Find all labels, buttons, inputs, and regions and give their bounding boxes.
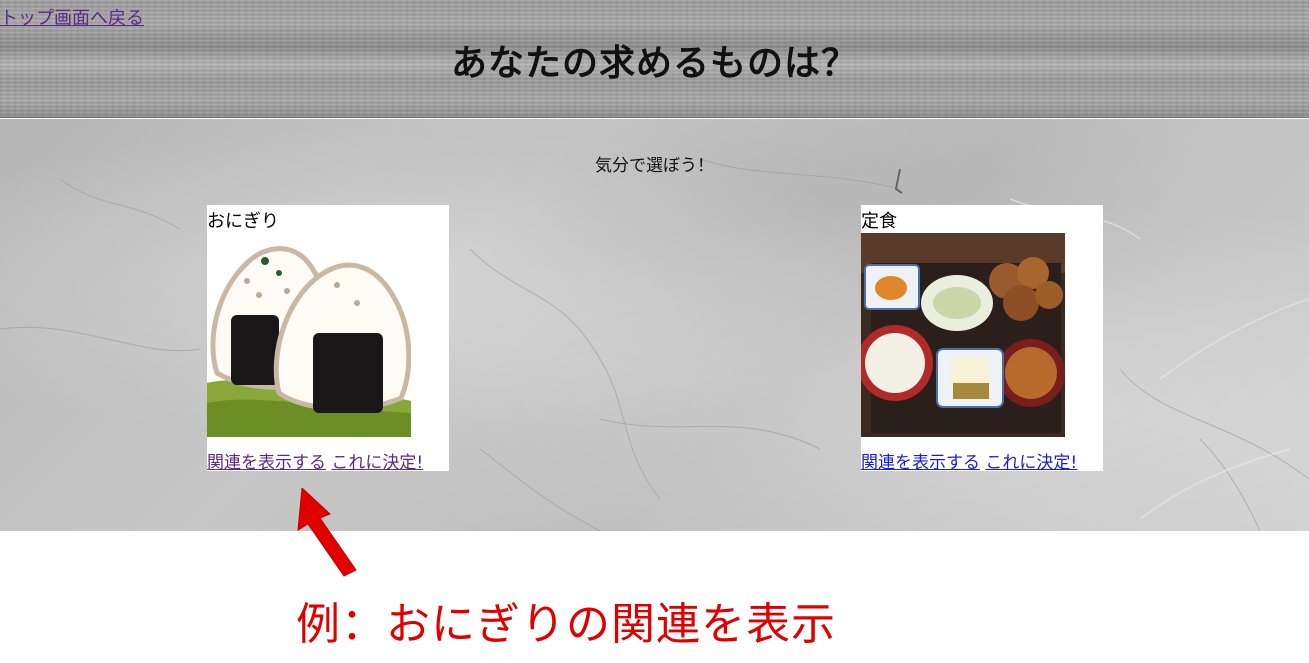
- show-related-link[interactable]: 関連を表示する: [861, 453, 980, 473]
- teishoku-image[interactable]: [861, 233, 1065, 437]
- red-arrow-icon: [297, 488, 357, 577]
- card-title: 定食: [861, 211, 897, 232]
- decide-link[interactable]: これに決定!: [985, 453, 1077, 473]
- decide-link[interactable]: これに決定!: [331, 453, 423, 473]
- header-banner: トップ画面へ戻る あなたの求めるものは？: [0, 0, 1309, 118]
- annotation-text: 例：おにぎりの関連を表示: [296, 599, 836, 650]
- card-teishoku: 定食 関連を表示する これに決定!: [861, 205, 1103, 473]
- subtitle: 気分で選ぼう！: [595, 156, 714, 176]
- main-content: 気分で選ぼう！ おにぎり 関連を表示する これに決定! 定食 関連を表示する こ…: [0, 119, 1309, 531]
- card-actions: 関連を表示する これに決定!: [207, 448, 423, 473]
- back-to-top-link[interactable]: トップ画面へ戻る: [0, 4, 144, 30]
- card-actions: 関連を表示する これに決定!: [861, 448, 1077, 473]
- page-title: あなたの求めるものは？: [450, 43, 858, 84]
- stone-texture: [0, 158, 1309, 531]
- card-title: おにぎり: [207, 211, 279, 232]
- show-related-link[interactable]: 関連を表示する: [207, 453, 326, 473]
- card-onigiri: おにぎり 関連を表示する これに決定!: [207, 205, 449, 473]
- onigiri-image[interactable]: [207, 233, 411, 437]
